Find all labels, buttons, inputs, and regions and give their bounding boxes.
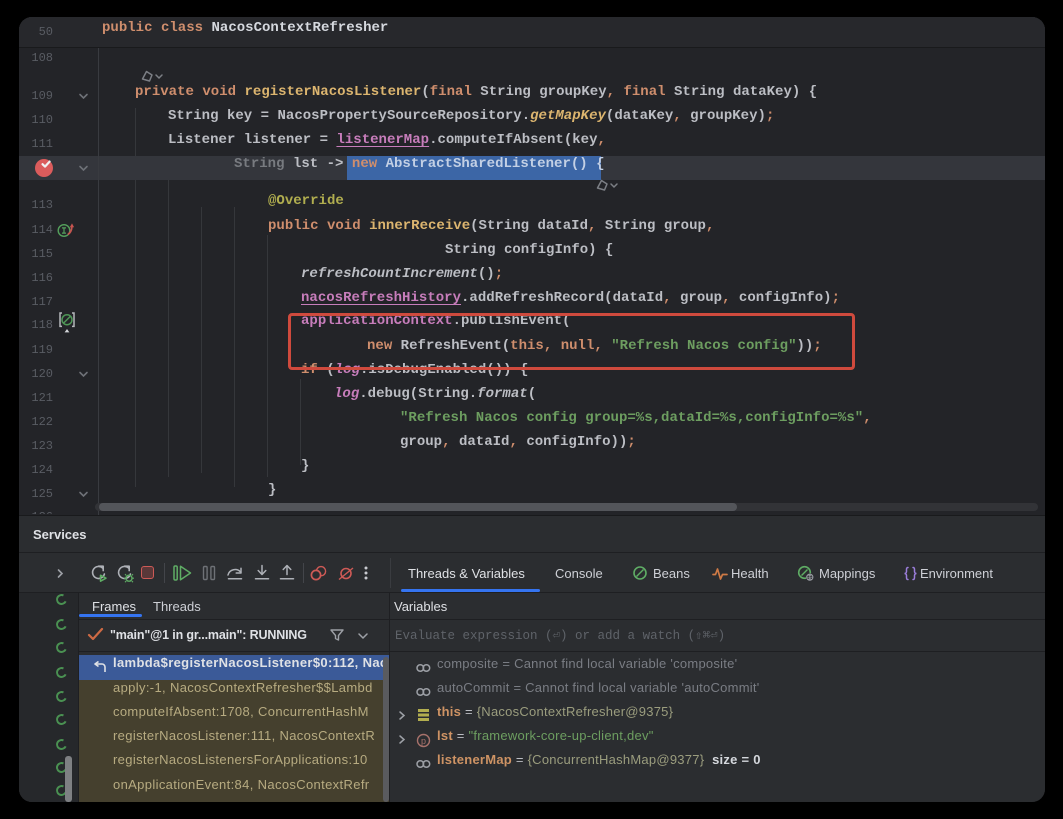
svg-text:p: p [421, 736, 426, 746]
